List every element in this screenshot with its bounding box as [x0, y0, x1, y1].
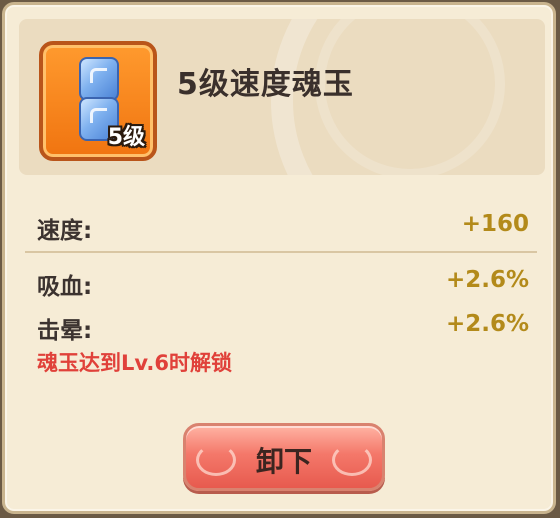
gem-top-icon [79, 57, 119, 101]
stat-row-stun: 击晕: +2.6% [37, 305, 529, 345]
soul-jade-icon: 5级 [39, 41, 157, 161]
level-badge: 5级 [107, 125, 145, 150]
stat-row-speed: 速度: +160 [37, 205, 529, 245]
item-tooltip-panel: 5级 5级速度魂玉 速度: +160 吸血: +2.6% 击晕: +2.6% 魂… [2, 2, 556, 514]
item-title: 5级速度魂玉 [177, 67, 354, 102]
stat-row-lifesteal: 吸血: +2.6% [37, 261, 529, 301]
stat-value: +2.6% [445, 311, 529, 337]
stat-value: +2.6% [445, 267, 529, 293]
unequip-button[interactable]: 卸下 [183, 423, 385, 491]
stat-value: +160 [461, 211, 529, 237]
unequip-button-label: 卸下 [255, 445, 312, 478]
unlock-hint: 魂玉达到Lv.6时解锁 [37, 351, 232, 375]
stat-divider [25, 251, 537, 253]
stat-label: 击晕: [37, 318, 93, 344]
item-header: 5级 5级速度魂玉 [19, 19, 545, 175]
stat-label: 吸血: [37, 274, 93, 300]
stat-label: 速度: [37, 218, 93, 244]
